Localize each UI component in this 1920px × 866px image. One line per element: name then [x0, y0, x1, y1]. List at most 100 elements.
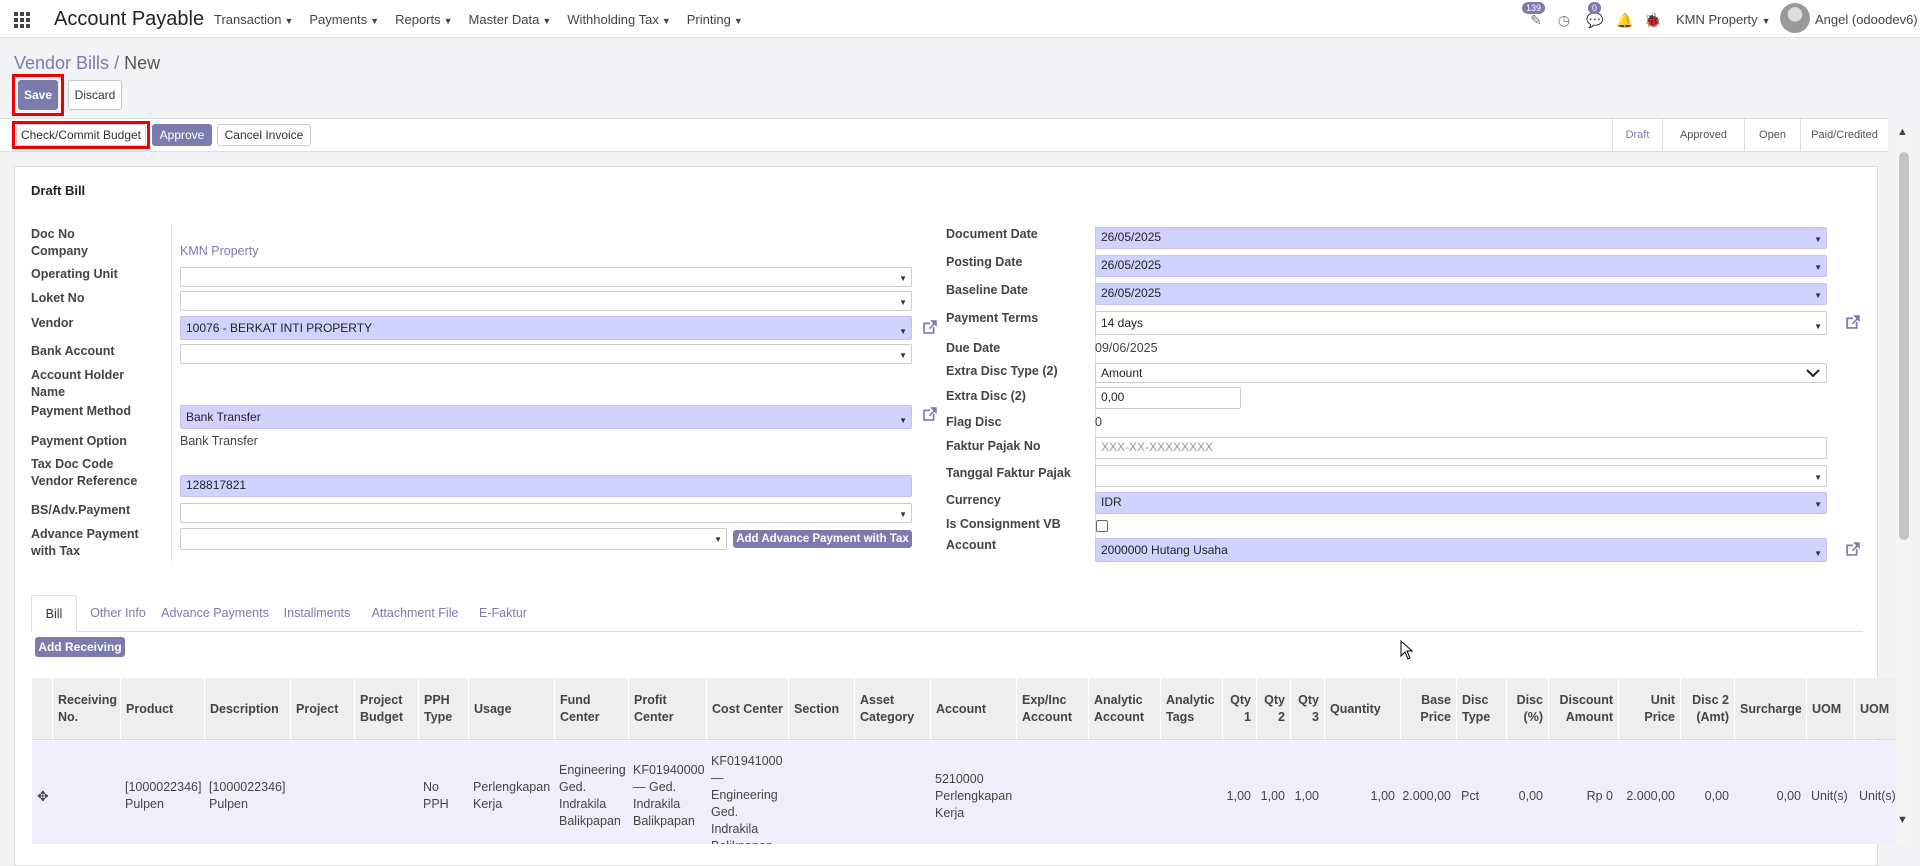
col-uom-2[interactable]: UOM	[1854, 678, 1896, 740]
col-exp-inc-account[interactable]: Exp/Inc Account	[1016, 678, 1088, 740]
menu-reports[interactable]: Reports ▼	[395, 12, 452, 27]
col-analytic-account[interactable]: Analytic Account	[1088, 678, 1160, 740]
col-unit-price[interactable]: Unit Price	[1618, 678, 1680, 740]
scroll-down-icon[interactable]: ▼	[1897, 814, 1908, 826]
col-product[interactable]: Product	[120, 678, 204, 740]
menu-printing[interactable]: Printing ▼	[687, 12, 743, 27]
col-disc-2-amt[interactable]: Disc 2 (Amt)	[1680, 678, 1734, 740]
col-usage[interactable]: Usage	[468, 678, 554, 740]
chat-icon[interactable]: 💬	[1586, 12, 1603, 28]
account-label: Account	[946, 538, 996, 552]
col-project[interactable]: Project	[290, 678, 354, 740]
col-section[interactable]: Section	[788, 678, 854, 740]
col-discount-amount[interactable]: Discount Amount	[1548, 678, 1618, 740]
caret-down-icon: ▼	[733, 16, 743, 26]
tab-installments[interactable]: Installments	[271, 595, 363, 632]
col-qty-3[interactable]: Qty 3	[1290, 678, 1324, 740]
advance-payment-with-tax-field[interactable]: ▼	[180, 528, 727, 550]
col-receiving-no[interactable]: Receiving No.	[52, 678, 120, 740]
loket-no-field[interactable]: ▼	[180, 291, 912, 311]
menu-master-data[interactable]: Master Data ▼	[469, 12, 552, 27]
currency-field[interactable]: IDR ▼	[1095, 492, 1827, 514]
approve-button[interactable]: Approve	[152, 124, 212, 146]
cell-cost-center: KF01941000 — Engineering Ged. Indrakila …	[711, 754, 783, 844]
stage-paid-credited[interactable]: Paid/Credited	[1800, 119, 1888, 151]
menu-payments[interactable]: Payments ▼	[309, 12, 379, 27]
vendor-reference-field[interactable]: 128817821	[180, 475, 912, 497]
cell-surcharge: 0,00	[1776, 788, 1801, 803]
col-qty-2[interactable]: Qty 2	[1256, 678, 1290, 740]
discard-button[interactable]: Discard	[68, 80, 122, 110]
scrollbar-thumb[interactable]	[1899, 152, 1909, 540]
bank-account-field[interactable]: ▼	[180, 344, 912, 364]
user-name[interactable]: Angel (odoodev6)	[1815, 12, 1918, 27]
stage-approved[interactable]: Approved	[1662, 119, 1744, 151]
document-date-field[interactable]: 26/05/2025 ▼	[1095, 227, 1827, 249]
bs-adv-payment-field[interactable]: ▼	[180, 503, 912, 523]
col-fund-center[interactable]: Fund Center	[554, 678, 628, 740]
payment-terms-external-link-icon[interactable]	[1844, 313, 1862, 331]
col-pph-type[interactable]: PPH Type	[418, 678, 468, 740]
col-profit-center[interactable]: Profit Center	[628, 678, 706, 740]
col-base-price[interactable]: Base Price	[1400, 678, 1456, 740]
stage-draft[interactable]: Draft	[1612, 119, 1662, 151]
vendor-field[interactable]: 10076 - BERKAT INTI PROPERTY ▼	[180, 316, 912, 340]
account-external-link-icon[interactable]	[1844, 540, 1862, 558]
table-row[interactable]: ✥ [1000022346] Pulpen [1000022346] Pulpe…	[32, 741, 1896, 844]
check-commit-budget-button[interactable]: Check/Commit Budget	[16, 124, 146, 146]
add-advance-payment-button[interactable]: Add Advance Payment with Tax	[733, 530, 912, 548]
scroll-up-icon[interactable]: ▲	[1897, 126, 1908, 138]
col-disc-percent[interactable]: Disc (%)	[1506, 678, 1548, 740]
dropdown-arrow-icon: ▼	[899, 327, 907, 336]
col-analytic-tags[interactable]: Analytic Tags	[1160, 678, 1222, 740]
tab-e-faktur[interactable]: E-Faktur	[467, 595, 539, 632]
payment-method-field[interactable]: Bank Transfer ▼	[180, 405, 912, 429]
cancel-invoice-button[interactable]: Cancel Invoice	[217, 124, 311, 146]
account-field[interactable]: 2000000 Hutang Usaha ▼	[1095, 538, 1827, 562]
apps-menu-icon[interactable]	[14, 12, 30, 28]
menu-transaction[interactable]: Transaction ▼	[214, 12, 293, 27]
payment-terms-field[interactable]: 14 days ▼	[1095, 311, 1827, 335]
posting-date-field[interactable]: 26/05/2025 ▼	[1095, 255, 1827, 277]
extra-disc-field[interactable]: 0,00	[1095, 387, 1241, 409]
col-account[interactable]: Account	[930, 678, 1016, 740]
extra-disc-type-select[interactable]: Amount	[1095, 363, 1827, 383]
is-consignment-vb-checkbox[interactable]	[1096, 520, 1108, 532]
add-receiving-button[interactable]: Add Receiving	[35, 637, 125, 657]
tab-advance-payments[interactable]: Advance Payments	[159, 595, 271, 632]
col-project-budget[interactable]: Project Budget	[354, 678, 418, 740]
company-value[interactable]: KMN Property	[180, 244, 259, 258]
tab-other-info[interactable]: Other Info	[77, 595, 159, 632]
operating-unit-field[interactable]: ▼	[180, 267, 912, 287]
col-description[interactable]: Description	[204, 678, 290, 740]
col-qty-1[interactable]: Qty 1	[1222, 678, 1256, 740]
save-button[interactable]: Save	[18, 80, 58, 110]
col-asset-category[interactable]: Asset Category	[854, 678, 930, 740]
col-uom[interactable]: UOM	[1806, 678, 1854, 740]
vendor-external-link-icon[interactable]	[921, 318, 939, 336]
menu-withholding-tax[interactable]: Withholding Tax ▼	[567, 12, 670, 27]
payment-method-external-link-icon[interactable]	[921, 405, 939, 423]
bug-icon[interactable]: 🐞	[1644, 12, 1661, 28]
activity-edit-icon[interactable]: ✎	[1528, 12, 1544, 28]
col-cost-center[interactable]: Cost Center	[706, 678, 788, 740]
col-surcharge[interactable]: Surcharge	[1734, 678, 1806, 740]
tanggal-faktur-pajak-field[interactable]: ▼	[1095, 465, 1827, 487]
flag-disc-label: Flag Disc	[946, 415, 1002, 429]
bell-icon[interactable]: 🔔	[1616, 12, 1633, 28]
company-switcher[interactable]: KMN Property ▼	[1676, 12, 1771, 27]
tab-bill[interactable]: Bill	[31, 595, 77, 632]
drag-handle-icon[interactable]: ✥	[32, 741, 52, 844]
user-avatar[interactable]	[1780, 3, 1810, 33]
col-quantity[interactable]: Quantity	[1324, 678, 1400, 740]
baseline-date-field[interactable]: 26/05/2025 ▼	[1095, 283, 1827, 305]
stage-open[interactable]: Open	[1744, 119, 1800, 151]
tab-attachment-file[interactable]: Attachment File	[363, 595, 467, 632]
col-disc-type[interactable]: Disc Type	[1456, 678, 1506, 740]
faktur-pajak-no-field[interactable]: XXX-XX-XXXXXXXX	[1095, 437, 1827, 459]
clock-icon[interactable]: ◷	[1556, 12, 1572, 28]
operating-unit-label: Operating Unit	[31, 267, 118, 281]
left-group-divider	[171, 225, 172, 561]
dropdown-arrow-icon: ▼	[899, 298, 907, 307]
breadcrumb-vendor-bills[interactable]: Vendor Bills	[14, 53, 109, 73]
